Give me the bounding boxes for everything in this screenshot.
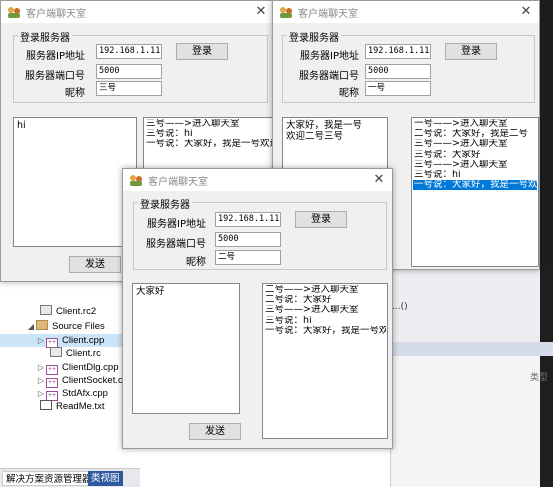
chat-message[interactable]: 三号说：hi [413,170,537,180]
dialog-title: 客户端聊天室 [26,9,86,20]
server-port-label: 服务器端口号 [146,239,206,250]
chat-message[interactable]: 三号说：hi [264,316,386,326]
chat-message[interactable]: 三号——>进入聊天室 [145,119,272,129]
tree-item-readme-txt[interactable]: ReadMe.txt [40,400,105,413]
server-port-label: 服务器端口号 [25,71,85,82]
collapse-arrow-icon[interactable]: ◢ [26,320,36,333]
properties-type-header: 类型 [530,373,549,383]
properties-panel [390,356,540,487]
chat-message[interactable]: 一号说：大家好，我是一号欢迎二 [264,326,386,336]
message-input[interactable]: hi [13,117,137,247]
tree-item-label: Source Files [52,321,105,332]
nickname-field[interactable]: 三号 [96,81,162,96]
login-button[interactable]: 登录 [295,211,347,228]
dialog-titlebar[interactable]: 客户端聊天室 ✕ [273,1,539,23]
chat-message-selected[interactable]: 一号说：大家好，我是一号欢迎二 [413,180,537,191]
login-button[interactable]: 登录 [176,43,228,60]
server-ip-field[interactable]: 192.168.1.110 [365,44,431,59]
nickname-label: 昵称 [186,257,206,268]
nickname-label: 昵称 [339,88,359,99]
dialog-titlebar[interactable]: 客户端聊天室 ✕ [1,1,274,23]
group-title: 登录服务器 [287,29,341,44]
tree-item-stdafx-cpp[interactable]: ▷ ++ StdAfx.cpp [36,387,108,401]
server-port-label: 服务器端口号 [299,71,359,82]
dialog-title: 客户端聊天室 [148,177,208,188]
tree-item-label: ReadMe.txt [56,401,105,412]
app-users-icon [8,7,20,18]
folder-icon [36,320,48,330]
tree-item-label: Client.cpp [62,335,105,346]
chat-message[interactable]: 二号说：大家好，我是二号 [413,129,537,139]
server-ip-label: 服务器IP地址 [300,51,359,62]
tree-item-clientsocket-cpp[interactable]: ▷ ++ ClientSocket.cpp [36,374,133,388]
login-button[interactable]: 登录 [445,43,497,60]
tree-item-label: StdAfx.cpp [62,388,108,399]
message-input[interactable]: 大家好 [132,283,240,414]
server-port-field[interactable]: 5000 [215,232,281,247]
expand-arrow-icon[interactable]: ▷ [36,374,46,387]
tree-item-client-rc2[interactable]: Client.rc2 [40,305,96,318]
chat-message[interactable]: 二号——>进入聊天室 [264,285,386,295]
server-ip-field[interactable]: 192.168.1.110 [215,212,281,227]
chat-message-list[interactable]: 二号——>进入聊天室 二号说：大家好 三号——>进入聊天室 三号说：hi 一号说… [262,283,388,439]
ide-scrollbar-strip[interactable] [540,0,553,487]
text-file-icon [40,400,52,410]
tab-class-view[interactable]: 类视图 [88,471,123,486]
tree-item-source-files[interactable]: ◢ Source Files [26,320,105,333]
chat-message[interactable]: 一号说：大家好，我是一号欢迎二 [145,139,272,149]
server-ip-label: 服务器IP地址 [26,51,85,62]
tree-item-client-rc[interactable]: Client.rc [50,347,101,360]
dialog-titlebar[interactable]: 客户端聊天室 ✕ [123,169,392,191]
app-users-icon [280,7,292,18]
close-icon[interactable]: ✕ [517,3,535,21]
expand-arrow-icon[interactable]: ▷ [36,334,46,347]
group-title: 登录服务器 [138,196,192,211]
close-icon[interactable]: ✕ [252,3,270,21]
expand-arrow-icon[interactable]: ▷ [36,361,46,374]
server-ip-field[interactable]: 192.168.1.110 [96,44,162,59]
resource-file-icon [40,305,52,315]
tree-item-client-cpp[interactable]: ▷ ++ Client.cpp [0,334,130,348]
nickname-label: 昵称 [65,88,85,99]
chat-message-list[interactable]: 一号——>进入聊天室 二号说：大家好，我是二号 三号——>进入聊天室 三号说：大… [411,117,539,267]
chat-message[interactable]: 三号说：hi [145,129,272,139]
code-fragment: ...() [392,302,408,312]
chat-message[interactable]: 三号——>进入聊天室 [264,305,386,315]
chat-message[interactable]: 三号说：大家好 [413,150,537,160]
tree-item-label: Client.rc [66,348,101,359]
chat-message[interactable]: 一号——>进入聊天室 [413,119,537,129]
chat-message[interactable]: 三号——>进入聊天室 [413,160,537,170]
expand-arrow-icon[interactable]: ▷ [36,387,46,400]
close-icon[interactable]: ✕ [370,171,388,189]
server-ip-label: 服务器IP地址 [147,219,206,230]
group-title: 登录服务器 [18,29,72,44]
server-port-field[interactable]: 5000 [96,64,162,79]
tree-item-label: Client.rc2 [56,306,97,317]
resource-file-icon [50,347,62,357]
tab-solution-explorer[interactable]: 解决方案资源管理器 [2,471,96,486]
nickname-field[interactable]: 一号 [365,81,431,96]
chat-message[interactable]: 三号——>进入聊天室 [413,139,537,149]
server-port-field[interactable]: 5000 [365,64,431,79]
send-button[interactable]: 发送 [189,423,241,440]
dialog-title: 客户端聊天室 [298,9,358,20]
send-button[interactable]: 发送 [69,256,121,273]
tree-item-clientdlg-cpp[interactable]: ▷ ++ ClientDlg.cpp [36,361,119,375]
tree-item-label: ClientDlg.cpp [62,362,119,373]
ide-bottom-tabs: 解决方案资源管理器 类视图 [0,468,140,487]
chat-message[interactable]: 二号说：大家好 [264,295,386,305]
app-users-icon [130,175,142,186]
nickname-field[interactable]: 二号 [215,250,281,265]
chat-client-dialog-3: 客户端聊天室 ✕ 登录服务器 服务器IP地址 192.168.1.110 登录 … [122,168,393,449]
